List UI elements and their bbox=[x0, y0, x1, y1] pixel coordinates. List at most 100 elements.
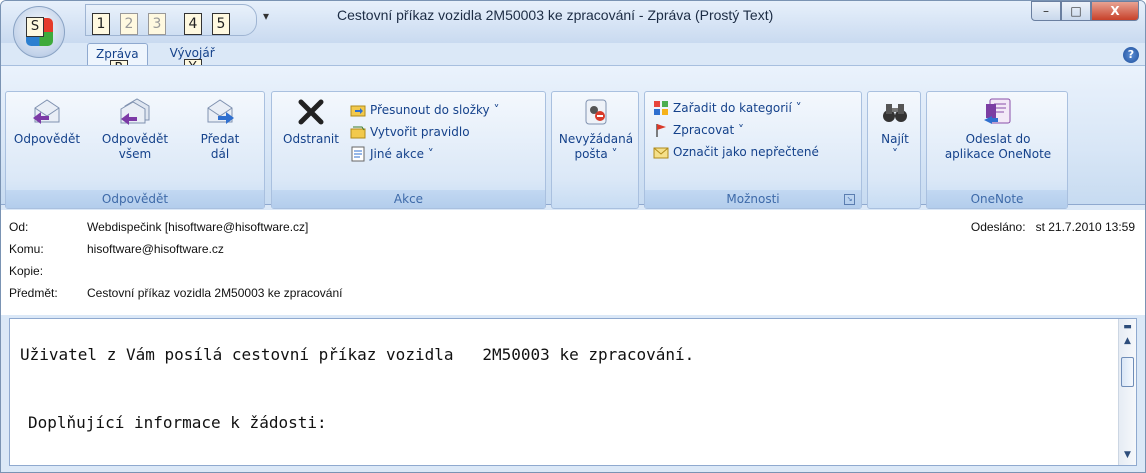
to-row: Komu: hisoftware@hisoftware.cz bbox=[9, 242, 224, 256]
qat-key-1[interactable]: 1 bbox=[92, 13, 110, 35]
ribbon: Odpovědět Odpovědět všem Předat dál Odpo… bbox=[1, 65, 1145, 209]
subject-label: Předmět: bbox=[9, 286, 58, 300]
move-to-folder-label: Přesunout do složky ˅ bbox=[370, 103, 500, 117]
group-odpovedet: Odpovědět Odpovědět všem Předat dál Odpo… bbox=[5, 91, 265, 209]
qat-key-5[interactable]: 5 bbox=[212, 13, 230, 35]
from-row: Od: Webdispečink [hisoftware@hisoftware.c… bbox=[9, 220, 308, 234]
ribbon-tabs: Zpráva R Vývojář Y bbox=[87, 43, 223, 78]
create-rule-label: Vytvořit pravidlo bbox=[370, 125, 470, 139]
scroll-thumb[interactable] bbox=[1121, 357, 1134, 387]
find-button[interactable]: Najít ˅ bbox=[870, 96, 920, 162]
reply-all-icon bbox=[120, 98, 150, 125]
sent-value: st 21.7.2010 13:59 bbox=[1035, 220, 1135, 234]
categorize-icon bbox=[654, 101, 668, 115]
followup-label: Zpracovat ˅ bbox=[673, 123, 745, 137]
move-to-folder-button[interactable]: Přesunout do složky ˅ bbox=[350, 100, 499, 120]
subject-value: Cestovní příkaz vozidla 2M50003 ke zprac… bbox=[87, 286, 343, 300]
options-launcher-icon[interactable]: ↘ bbox=[844, 194, 855, 205]
help-icon[interactable]: ? bbox=[1123, 47, 1139, 63]
cc-row: Kopie: bbox=[9, 264, 87, 278]
binoculars-icon bbox=[883, 104, 907, 122]
scroll-down-icon[interactable]: ▼ bbox=[1121, 449, 1134, 461]
sent-row: Odesláno: st 21.7.2010 13:59 bbox=[971, 220, 1135, 234]
close-button[interactable]: X bbox=[1091, 1, 1139, 21]
to-value[interactable]: hisoftware@hisoftware.cz bbox=[87, 242, 224, 256]
categorize-button[interactable]: Zařadit do kategorií ˅ bbox=[653, 98, 802, 118]
vertical-scrollbar[interactable]: ▬ ▲ ▼ bbox=[1118, 319, 1136, 465]
mark-unread-label: Označit jako nepřečtené bbox=[673, 145, 819, 159]
window-controls: – □ X bbox=[1031, 1, 1139, 21]
forward-icon bbox=[207, 99, 234, 124]
group-moznosti: Zařadit do kategorií ˅ Zpracovat ˅ Označ… bbox=[644, 91, 862, 209]
onenote-icon bbox=[984, 98, 1011, 124]
qat-key-4[interactable]: 4 bbox=[184, 13, 202, 35]
group-moznosti-label: Možnosti bbox=[645, 190, 861, 208]
minimize-button[interactable]: – bbox=[1031, 1, 1061, 21]
send-to-onenote-button[interactable]: Odeslat do aplikace OneNote bbox=[929, 96, 1067, 162]
maximize-button[interactable]: □ bbox=[1061, 1, 1091, 21]
delete-button[interactable]: Odstranit bbox=[276, 96, 346, 147]
scroll-up-icon[interactable]: ▲ bbox=[1121, 335, 1134, 347]
tab-zprava[interactable]: Zpráva R bbox=[87, 43, 148, 78]
forward-label-2: dál bbox=[210, 147, 230, 161]
from-label: Od: bbox=[9, 220, 29, 234]
other-actions-button[interactable]: Jiné akce ˅ bbox=[350, 144, 434, 164]
body-line-1: Uživatel z Vám posílá cestovní příkaz vo… bbox=[20, 345, 695, 364]
reply-label: Odpovědět bbox=[13, 132, 81, 146]
group-junk: Nevyžádaná pošta ˅ bbox=[551, 91, 639, 209]
other-actions-icon bbox=[351, 146, 365, 162]
delete-icon bbox=[298, 99, 324, 125]
tab-vyvojar[interactable]: Vývojář Y bbox=[162, 43, 223, 77]
rule-icon bbox=[350, 126, 366, 139]
cc-label: Kopie: bbox=[9, 264, 44, 278]
onenote-label-2: aplikace OneNote bbox=[944, 147, 1052, 161]
other-actions-label: Jiné akce ˅ bbox=[370, 147, 434, 161]
quick-access-toolbar: 1 2 3 4 5 bbox=[85, 4, 257, 36]
reply-all-button[interactable]: Odpovědět všem bbox=[92, 96, 178, 162]
tab-zprava-label: Zpráva bbox=[96, 47, 139, 61]
junk-label-2: pošta ˅ bbox=[574, 147, 618, 161]
forward-button[interactable]: Předat dál bbox=[182, 96, 258, 162]
categorize-label: Zařadit do kategorií ˅ bbox=[673, 101, 802, 115]
tab-vyvojar-label: Vývojář bbox=[169, 46, 215, 60]
mark-unread-icon bbox=[653, 147, 669, 159]
group-akce: Odstranit Přesunout do složky ˅ Vytvořit… bbox=[271, 91, 546, 209]
group-akce-label: Akce bbox=[272, 190, 545, 208]
qat-key-3[interactable]: 3 bbox=[148, 13, 166, 35]
onenote-label-1: Odeslat do bbox=[965, 132, 1031, 146]
qat-customize-icon[interactable]: ▾ bbox=[263, 9, 269, 23]
subject-row: Předmět: Cestovní příkaz vozidla 2M50003 … bbox=[9, 286, 342, 300]
move-folder-icon bbox=[350, 105, 366, 117]
message-body[interactable]: Uživatel z Vám posílá cestovní příkaz vo… bbox=[9, 318, 1137, 466]
group-onenote-label: OneNote bbox=[927, 190, 1067, 208]
reply-button[interactable]: Odpovědět bbox=[8, 96, 86, 147]
qat-key-2[interactable]: 2 bbox=[120, 13, 138, 35]
title-bar: 1 2 3 4 5 ▾ Cestovní příkaz vozidla 2M50… bbox=[1, 1, 1145, 43]
junk-label-1: Nevyžádaná bbox=[558, 132, 634, 146]
flag-icon bbox=[656, 124, 666, 137]
body-line-2: Doplňující informace k žádosti: bbox=[28, 413, 327, 432]
mark-unread-button[interactable]: Označit jako nepřečtené bbox=[653, 142, 819, 162]
forward-label-1: Předat bbox=[200, 132, 240, 146]
delete-label: Odstranit bbox=[283, 132, 339, 146]
office-button[interactable]: S bbox=[13, 6, 65, 58]
message-headers: Od: Webdispečink [hisoftware@hisoftware.c… bbox=[1, 210, 1145, 315]
create-rule-button[interactable]: Vytvořit pravidlo bbox=[350, 122, 470, 142]
junk-mail-button[interactable]: Nevyžádaná pošta ˅ bbox=[554, 96, 638, 162]
reply-all-label-1: Odpovědět bbox=[101, 132, 169, 146]
message-window: 1 2 3 4 5 ▾ Cestovní příkaz vozidla 2M50… bbox=[0, 0, 1146, 473]
scroll-top-icon[interactable]: ▬ bbox=[1121, 321, 1134, 333]
followup-button[interactable]: Zpracovat ˅ bbox=[653, 120, 744, 140]
group-find: Najít ˅ bbox=[867, 91, 921, 209]
group-onenote: Odeslat do aplikace OneNote OneNote bbox=[926, 91, 1068, 209]
from-value[interactable]: Webdispečink [hisoftware@hisoftware.cz] bbox=[87, 220, 308, 234]
find-arrow: ˅ bbox=[892, 147, 898, 161]
to-label: Komu: bbox=[9, 242, 44, 256]
group-odpovedet-label: Odpovědět bbox=[6, 190, 264, 208]
sent-label: Odesláno: bbox=[970, 220, 1026, 234]
junk-mail-icon bbox=[585, 99, 607, 125]
window-title: Cestovní příkaz vozidla 2M50003 ke zprac… bbox=[337, 7, 774, 23]
reply-icon bbox=[33, 99, 60, 124]
reply-all-label-2: všem bbox=[118, 147, 152, 161]
office-key-tip: S bbox=[26, 17, 44, 37]
